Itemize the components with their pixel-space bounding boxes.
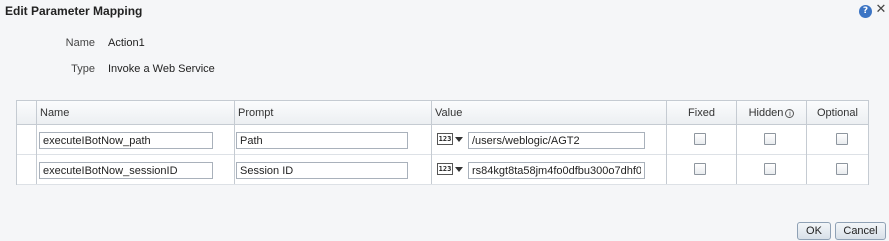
value-input[interactable]: [468, 132, 645, 149]
value-input[interactable]: [468, 162, 645, 179]
fixed-checkbox[interactable]: [694, 163, 706, 175]
column-divider: [666, 101, 667, 184]
parameter-name-input[interactable]: [39, 162, 213, 179]
column-header-prompt[interactable]: Prompt: [234, 101, 431, 125]
parameter-name-input[interactable]: [39, 132, 213, 149]
optional-checkbox[interactable]: [836, 133, 848, 145]
info-icon[interactable]: i: [785, 108, 795, 118]
column-header-hidden-label: Hidden: [748, 107, 784, 119]
hidden-checkbox[interactable]: [764, 163, 776, 175]
table-row: 123: [17, 125, 868, 155]
column-divider: [431, 101, 432, 184]
column-divider: [806, 101, 807, 184]
cancel-button[interactable]: Cancel: [835, 222, 886, 240]
hidden-checkbox[interactable]: [764, 133, 776, 145]
parameter-table: Name Prompt Value Fixed Hidden i Optional…: [16, 100, 869, 185]
table-header: Name Prompt Value Fixed Hidden i Optional: [17, 101, 868, 125]
fixed-checkbox[interactable]: [694, 133, 706, 145]
column-header-optional[interactable]: Optional: [806, 101, 868, 125]
column-divider: [36, 101, 37, 184]
column-header-hidden[interactable]: Hidden i: [736, 101, 806, 125]
ok-button[interactable]: OK: [797, 222, 831, 240]
column-header-value[interactable]: Value: [431, 101, 666, 125]
action-name-label: Name: [65, 37, 95, 49]
chevron-down-icon[interactable]: [455, 137, 463, 142]
column-divider: [234, 101, 235, 184]
action-name-value: Action1: [108, 37, 145, 49]
chevron-down-icon[interactable]: [455, 167, 463, 172]
column-header-fixed[interactable]: Fixed: [666, 101, 736, 125]
number-type-icon[interactable]: 123: [437, 133, 453, 145]
column-divider: [736, 101, 737, 184]
action-type-value: Invoke a Web Service: [108, 63, 215, 75]
prompt-input[interactable]: [236, 132, 408, 149]
number-type-icon[interactable]: 123: [437, 163, 453, 175]
dialog-titlebar: Edit Parameter Mapping ? ✕: [0, 0, 889, 22]
dialog-title: Edit Parameter Mapping: [5, 4, 143, 18]
table-row: 123: [17, 155, 868, 185]
help-icon[interactable]: ?: [859, 5, 872, 18]
action-type-label: Type: [71, 63, 95, 75]
close-icon[interactable]: ✕: [875, 3, 887, 17]
column-header-name[interactable]: Name: [36, 101, 234, 125]
optional-checkbox[interactable]: [836, 163, 848, 175]
prompt-input[interactable]: [236, 162, 408, 179]
